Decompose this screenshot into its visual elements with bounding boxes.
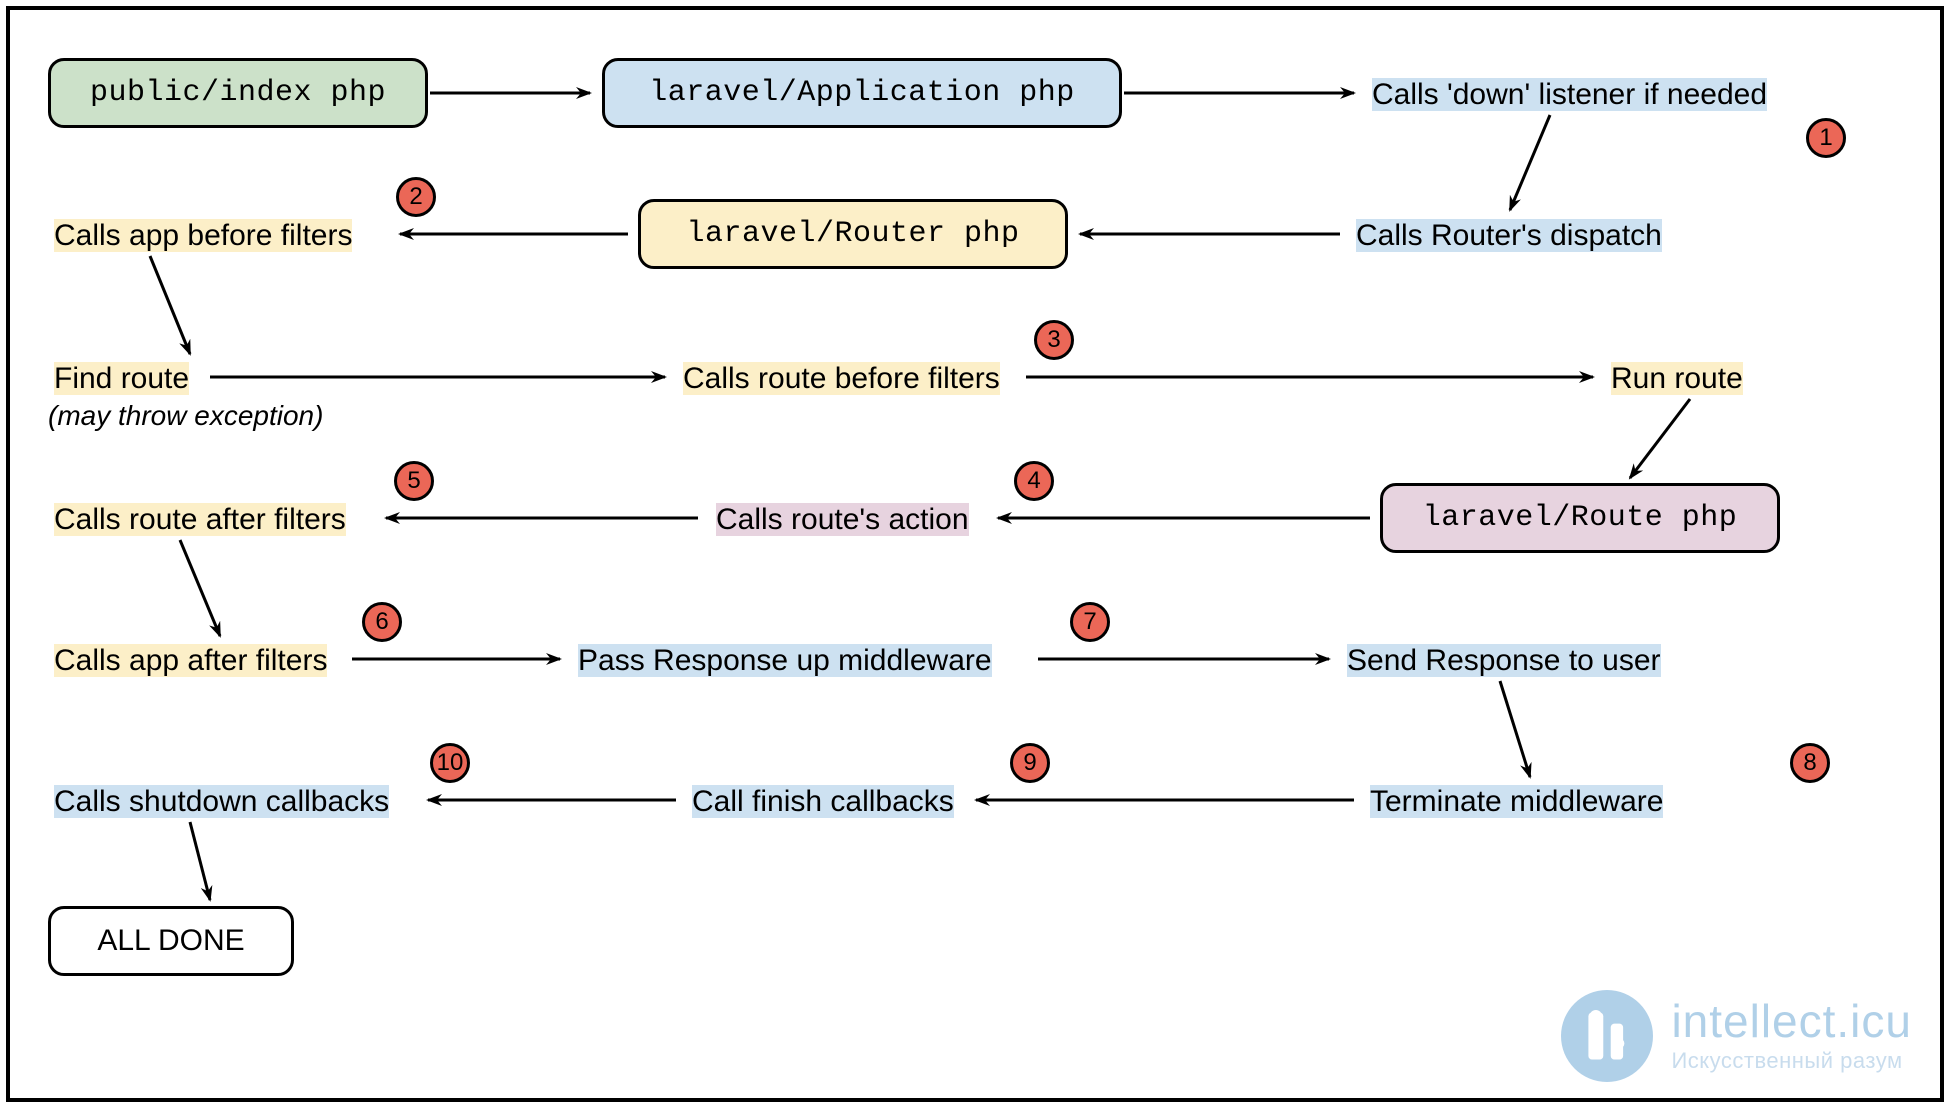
node-route-after-filters: Calls route after filters	[48, 501, 352, 537]
badge-4: 4	[1014, 461, 1054, 501]
badge-6: 6	[362, 602, 402, 642]
node-app-after-filters: Calls app after filters	[48, 642, 333, 678]
badge-7: 7	[1070, 602, 1110, 642]
node-down-listener: Calls 'down' listener if needed	[1366, 76, 1773, 112]
node-route-action: Calls route's action	[710, 501, 975, 537]
node-laravel-application: laravel/Application php	[602, 58, 1122, 128]
node-run-route: Run route	[1605, 360, 1749, 396]
node-all-done: ALL DONE	[48, 906, 294, 976]
note-find-route: (may throw exception)	[48, 400, 323, 432]
diagram-frame: public/index php laravel/Application php…	[6, 6, 1944, 1102]
badge-3: 3	[1034, 320, 1074, 360]
node-shutdown-callbacks: Calls shutdown callbacks	[48, 783, 395, 819]
badge-8: 8	[1790, 743, 1830, 783]
node-app-before-filters: Calls app before filters	[48, 217, 358, 253]
node-laravel-route: laravel/Route php	[1380, 483, 1780, 553]
node-send-response: Send Response to user	[1341, 642, 1667, 678]
node-finish-callbacks: Call finish callbacks	[686, 783, 960, 819]
badge-5: 5	[394, 461, 434, 501]
node-route-before-filters: Calls route before filters	[677, 360, 1006, 396]
node-terminate-middleware: Terminate middleware	[1364, 783, 1669, 819]
badge-1: 1	[1806, 118, 1846, 158]
watermark-logo	[1561, 990, 1653, 1082]
badge-2: 2	[396, 177, 436, 217]
node-laravel-router: laravel/Router php	[638, 199, 1068, 269]
node-public-index: public/index php	[48, 58, 428, 128]
node-router-dispatch: Calls Router's dispatch	[1350, 217, 1668, 253]
badge-9: 9	[1010, 743, 1050, 783]
watermark: intellect.icu Искусственный разум	[1561, 990, 1912, 1082]
node-pass-response: Pass Response up middleware	[572, 642, 998, 678]
arrows-layer	[10, 10, 1948, 1106]
badge-10: 10	[430, 743, 470, 783]
node-find-route: Find route	[48, 360, 195, 396]
watermark-brand: intellect.icu	[1671, 998, 1912, 1044]
watermark-tagline: Искусственный разум	[1671, 1048, 1912, 1074]
